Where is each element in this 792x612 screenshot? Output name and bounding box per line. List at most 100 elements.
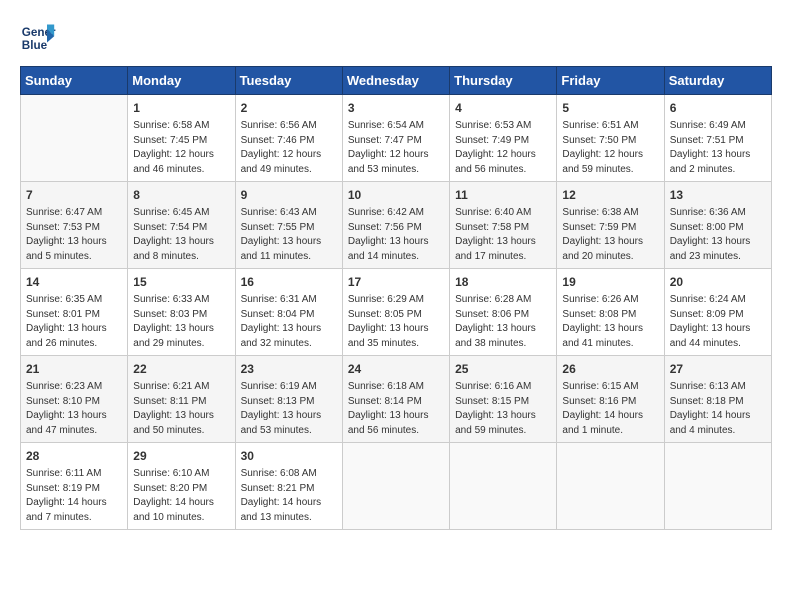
- calendar-cell: [557, 443, 664, 530]
- calendar-cell: 22 Sunrise: 6:21 AMSunset: 8:11 PMDayligh…: [128, 356, 235, 443]
- day-info: Sunrise: 6:11 AMSunset: 8:19 PMDaylight:…: [26, 467, 122, 525]
- day-info: Sunrise: 6:38 AMSunset: 7:59 PMDaylight:…: [562, 206, 658, 264]
- day-number: 6: [670, 99, 766, 117]
- calendar-cell: 18 Sunrise: 6:28 AMSunset: 8:06 PMDayligh…: [450, 269, 557, 356]
- day-info: Sunrise: 6:28 AMSunset: 8:06 PMDaylight:…: [455, 293, 551, 351]
- svg-text:Blue: Blue: [22, 39, 48, 52]
- calendar-cell: 1 Sunrise: 6:58 AMSunset: 7:45 PMDaylight…: [128, 95, 235, 182]
- calendar-week-row: 21 Sunrise: 6:23 AMSunset: 8:10 PMDayligh…: [21, 356, 772, 443]
- day-number: 25: [455, 360, 551, 378]
- day-info: Sunrise: 6:21 AMSunset: 8:11 PMDaylight:…: [133, 380, 229, 438]
- calendar-cell: 20 Sunrise: 6:24 AMSunset: 8:09 PMDayligh…: [664, 269, 771, 356]
- column-header-saturday: Saturday: [664, 67, 771, 95]
- day-number: 3: [348, 99, 444, 117]
- day-info: Sunrise: 6:33 AMSunset: 8:03 PMDaylight:…: [133, 293, 229, 351]
- day-number: 21: [26, 360, 122, 378]
- calendar-cell: 28Sunrise: 6:11 AMSunset: 8:19 PMDayligh…: [21, 443, 128, 530]
- day-info: Sunrise: 6:47 AMSunset: 7:53 PMDaylight:…: [26, 206, 122, 264]
- day-info: Sunrise: 6:29 AMSunset: 8:05 PMDaylight:…: [348, 293, 444, 351]
- column-header-monday: Monday: [128, 67, 235, 95]
- day-info: Sunrise: 6:31 AMSunset: 8:04 PMDaylight:…: [241, 293, 337, 351]
- calendar-cell: 19 Sunrise: 6:26 AMSunset: 8:08 PMDayligh…: [557, 269, 664, 356]
- day-info: Sunrise: 6:53 AMSunset: 7:49 PMDaylight:…: [455, 119, 551, 177]
- day-number: 29: [133, 447, 229, 465]
- calendar-header-row: SundayMondayTuesdayWednesdayThursdayFrid…: [21, 67, 772, 95]
- calendar-cell: 3 Sunrise: 6:54 AMSunset: 7:47 PMDaylight…: [342, 95, 449, 182]
- calendar-cell: 5Sunrise: 6:51 AMSunset: 7:50 PMDaylight…: [557, 95, 664, 182]
- calendar-cell: [21, 95, 128, 182]
- day-number: 7: [26, 186, 122, 204]
- day-info: Sunrise: 6:40 AMSunset: 7:58 PMDaylight:…: [455, 206, 551, 264]
- calendar-cell: 8 Sunrise: 6:45 AMSunset: 7:54 PMDaylight…: [128, 182, 235, 269]
- logo: General Blue: [20, 20, 56, 56]
- day-number: 14: [26, 273, 122, 291]
- day-number: 5: [562, 99, 658, 117]
- calendar-cell: 10Sunrise: 6:42 AMSunset: 7:56 PMDayligh…: [342, 182, 449, 269]
- day-info: Sunrise: 6:08 AMSunset: 8:21 PMDaylight:…: [241, 467, 337, 525]
- day-info: Sunrise: 6:54 AMSunset: 7:47 PMDaylight:…: [348, 119, 444, 177]
- day-number: 4: [455, 99, 551, 117]
- day-number: 17: [348, 273, 444, 291]
- day-number: 13: [670, 186, 766, 204]
- column-header-wednesday: Wednesday: [342, 67, 449, 95]
- calendar-cell: 12 Sunrise: 6:38 AMSunset: 7:59 PMDayligh…: [557, 182, 664, 269]
- calendar-cell: 17 Sunrise: 6:29 AMSunset: 8:05 PMDayligh…: [342, 269, 449, 356]
- calendar-cell: 25 Sunrise: 6:16 AMSunset: 8:15 PMDayligh…: [450, 356, 557, 443]
- day-info: Sunrise: 6:36 AMSunset: 8:00 PMDaylight:…: [670, 206, 766, 264]
- day-info: Sunrise: 6:56 AMSunset: 7:46 PMDaylight:…: [241, 119, 337, 177]
- calendar-cell: 21 Sunrise: 6:23 AMSunset: 8:10 PMDayligh…: [21, 356, 128, 443]
- day-number: 12: [562, 186, 658, 204]
- day-number: 20: [670, 273, 766, 291]
- day-info: Sunrise: 6:16 AMSunset: 8:15 PMDaylight:…: [455, 380, 551, 438]
- day-info: Sunrise: 6:13 AMSunset: 8:18 PMDaylight:…: [670, 380, 766, 438]
- day-info: Sunrise: 6:24 AMSunset: 8:09 PMDaylight:…: [670, 293, 766, 351]
- day-number: 27: [670, 360, 766, 378]
- day-info: Sunrise: 6:15 AMSunset: 8:16 PMDaylight:…: [562, 380, 658, 438]
- day-info: Sunrise: 6:23 AMSunset: 8:10 PMDaylight:…: [26, 380, 122, 438]
- calendar-table: SundayMondayTuesdayWednesdayThursdayFrid…: [20, 66, 772, 530]
- day-info: Sunrise: 6:26 AMSunset: 8:08 PMDaylight:…: [562, 293, 658, 351]
- logo-icon: General Blue: [20, 20, 56, 56]
- calendar-week-row: 14 Sunrise: 6:35 AMSunset: 8:01 PMDayligh…: [21, 269, 772, 356]
- day-info: Sunrise: 6:43 AMSunset: 7:55 PMDaylight:…: [241, 206, 337, 264]
- day-number: 9: [241, 186, 337, 204]
- day-info: Sunrise: 6:10 AMSunset: 8:20 PMDaylight:…: [133, 467, 229, 525]
- day-number: 22: [133, 360, 229, 378]
- calendar-week-row: 28Sunrise: 6:11 AMSunset: 8:19 PMDayligh…: [21, 443, 772, 530]
- day-info: Sunrise: 6:49 AMSunset: 7:51 PMDaylight:…: [670, 119, 766, 177]
- calendar-cell: 11Sunrise: 6:40 AMSunset: 7:58 PMDayligh…: [450, 182, 557, 269]
- day-number: 8: [133, 186, 229, 204]
- day-info: Sunrise: 6:35 AMSunset: 8:01 PMDaylight:…: [26, 293, 122, 351]
- calendar-cell: 26Sunrise: 6:15 AMSunset: 8:16 PMDayligh…: [557, 356, 664, 443]
- day-number: 24: [348, 360, 444, 378]
- calendar-cell: 27 Sunrise: 6:13 AMSunset: 8:18 PMDayligh…: [664, 356, 771, 443]
- calendar-week-row: 1 Sunrise: 6:58 AMSunset: 7:45 PMDaylight…: [21, 95, 772, 182]
- day-number: 30: [241, 447, 337, 465]
- day-info: Sunrise: 6:19 AMSunset: 8:13 PMDaylight:…: [241, 380, 337, 438]
- day-info: Sunrise: 6:42 AMSunset: 7:56 PMDaylight:…: [348, 206, 444, 264]
- column-header-sunday: Sunday: [21, 67, 128, 95]
- calendar-cell: 24 Sunrise: 6:18 AMSunset: 8:14 PMDayligh…: [342, 356, 449, 443]
- calendar-cell: 7 Sunrise: 6:47 AMSunset: 7:53 PMDaylight…: [21, 182, 128, 269]
- day-info: Sunrise: 6:18 AMSunset: 8:14 PMDaylight:…: [348, 380, 444, 438]
- day-info: Sunrise: 6:45 AMSunset: 7:54 PMDaylight:…: [133, 206, 229, 264]
- calendar-cell: 29 Sunrise: 6:10 AMSunset: 8:20 PMDayligh…: [128, 443, 235, 530]
- column-header-thursday: Thursday: [450, 67, 557, 95]
- day-number: 16: [241, 273, 337, 291]
- column-header-friday: Friday: [557, 67, 664, 95]
- day-number: 19: [562, 273, 658, 291]
- day-number: 15: [133, 273, 229, 291]
- day-number: 18: [455, 273, 551, 291]
- calendar-cell: 9 Sunrise: 6:43 AMSunset: 7:55 PMDaylight…: [235, 182, 342, 269]
- page-header: General Blue: [20, 20, 772, 56]
- calendar-cell: 30 Sunrise: 6:08 AMSunset: 8:21 PMDayligh…: [235, 443, 342, 530]
- calendar-cell: 4 Sunrise: 6:53 AMSunset: 7:49 PMDaylight…: [450, 95, 557, 182]
- calendar-cell: 23Sunrise: 6:19 AMSunset: 8:13 PMDayligh…: [235, 356, 342, 443]
- day-number: 1: [133, 99, 229, 117]
- calendar-cell: [664, 443, 771, 530]
- day-info: Sunrise: 6:58 AMSunset: 7:45 PMDaylight:…: [133, 119, 229, 177]
- day-number: 2: [241, 99, 337, 117]
- calendar-cell: 6 Sunrise: 6:49 AMSunset: 7:51 PMDaylight…: [664, 95, 771, 182]
- calendar-cell: 16 Sunrise: 6:31 AMSunset: 8:04 PMDayligh…: [235, 269, 342, 356]
- calendar-cell: 15 Sunrise: 6:33 AMSunset: 8:03 PMDayligh…: [128, 269, 235, 356]
